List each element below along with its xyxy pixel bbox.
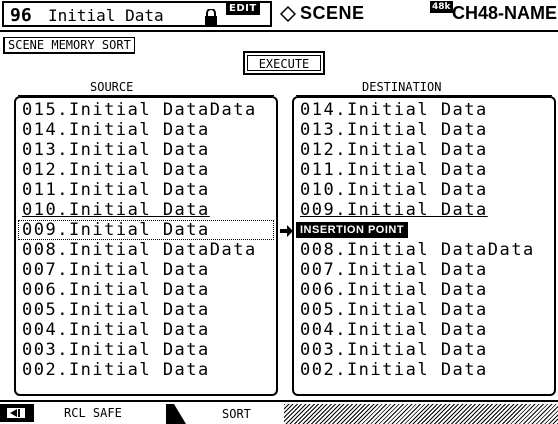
source-row[interactable]: 014.Initial Data	[22, 120, 210, 140]
execute-label: EXECUTE	[247, 55, 321, 71]
tab-bar: RCL SAFE SORT	[0, 400, 558, 424]
insertion-point-marker: INSERTION POINT	[296, 222, 409, 238]
edit-badge: EDIT	[226, 2, 260, 15]
source-row[interactable]: 003.Initial Data	[22, 340, 210, 360]
scene-title: Initial Data	[48, 6, 164, 25]
scene-title-box[interactable]: 96 Initial Data EDIT	[2, 1, 272, 27]
destination-header: DESTINATION	[296, 80, 552, 96]
source-row[interactable]: 011.Initial Data	[22, 180, 210, 200]
destination-list[interactable]: 014.Initial Data 013.Initial Data 012.In…	[292, 96, 556, 396]
source-row[interactable]: 013.Initial Data	[22, 140, 210, 160]
tab-rcl-safe[interactable]: RCL SAFE	[34, 404, 166, 422]
source-row[interactable]: 005.Initial Data	[22, 300, 210, 320]
source-row[interactable]: 008.Initial DataData	[22, 240, 257, 260]
lock-icon	[205, 9, 217, 25]
source-row[interactable]: 007.Initial Data	[22, 260, 210, 280]
source-row[interactable]: 004.Initial Data	[22, 320, 210, 340]
destination-row[interactable]: 012.Initial Data	[300, 140, 488, 160]
destination-row[interactable]: 006.Initial Data	[300, 280, 488, 300]
mode-label: SCENE MEMORY SORT	[3, 37, 135, 54]
source-row[interactable]: 010.Initial Data	[22, 200, 210, 220]
tab-scroll-left-button[interactable]	[0, 404, 34, 422]
header-bar: 96 Initial Data EDIT SCENE 48k CH48-NAME	[0, 0, 558, 32]
source-row[interactable]: 012.Initial Data	[22, 160, 210, 180]
execute-button[interactable]: EXECUTE	[243, 51, 325, 75]
left-arrow-icon	[7, 408, 25, 418]
destination-row[interactable]: 014.Initial Data	[300, 100, 488, 120]
destination-row[interactable]: 013.Initial Data	[300, 120, 488, 140]
destination-row[interactable]: 004.Initial Data	[300, 320, 488, 340]
source-row[interactable]: 015.Initial DataData	[22, 100, 257, 120]
source-row[interactable]: 006.Initial Data	[22, 280, 210, 300]
destination-row[interactable]: 007.Initial Data	[300, 260, 488, 280]
destination-row[interactable]: 003.Initial Data	[300, 340, 488, 360]
source-list[interactable]: 015.Initial DataData 014.Initial Data 01…	[14, 96, 278, 396]
destination-row[interactable]: 008.Initial DataData	[300, 240, 535, 260]
destination-row[interactable]: 005.Initial Data	[300, 300, 488, 320]
tab-bar-fill	[284, 404, 558, 424]
destination-row[interactable]: 011.Initial Data	[300, 160, 488, 180]
source-row[interactable]: 002.Initial Data	[22, 360, 210, 380]
destination-row[interactable]: 009.Initial Data	[300, 200, 488, 220]
diamond-icon	[280, 6, 296, 22]
destination-row[interactable]: 002.Initial Data	[300, 360, 488, 380]
source-header: SOURCE	[18, 80, 274, 96]
insertion-point-label: INSERTION POINT	[300, 224, 405, 236]
scene-number: 96	[10, 5, 32, 26]
destination-row[interactable]: 010.Initial Data	[300, 180, 488, 200]
scene-label: SCENE	[300, 3, 365, 23]
sample-rate-badge: 48k	[430, 1, 453, 13]
source-row-selected[interactable]: 009.Initial Data	[22, 220, 210, 240]
channel-name: CH48-NAME	[452, 3, 558, 23]
tab-sort[interactable]: SORT	[186, 404, 284, 424]
tab-divider-icon	[166, 404, 186, 424]
